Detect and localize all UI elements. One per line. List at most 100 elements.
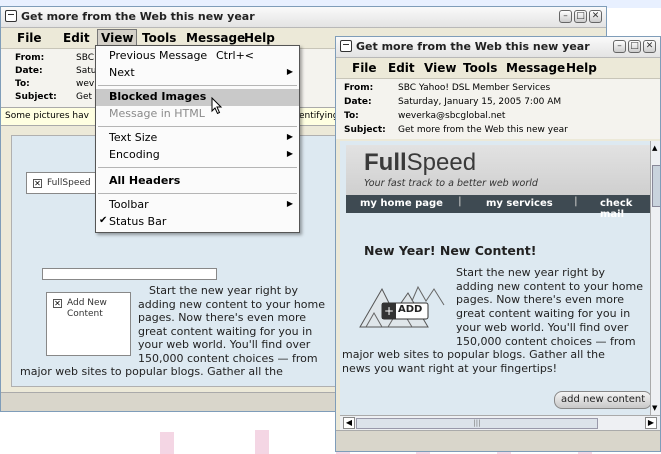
menu-item-text-size[interactable]: Text Size ▶ [96, 130, 299, 147]
menu-item-status-bar[interactable]: ✔ Status Bar [96, 214, 299, 231]
banner-placeholder [42, 268, 217, 280]
submenu-arrow-icon: ▶ [286, 132, 293, 141]
scroll-up-icon[interactable]: ▲ [652, 144, 657, 152]
menu-item-label: Blocked Images [109, 90, 207, 103]
from-label: From: [15, 53, 45, 63]
menu-item-encoding[interactable]: Encoding ▶ [96, 147, 299, 164]
logo-full: Full [364, 149, 407, 176]
body-line: your web world. You'll find over [138, 338, 311, 351]
to-value: weverka@sbcglobal.net [398, 111, 506, 121]
body-line: Start the new year right by [149, 284, 299, 297]
horizontal-scrollbar[interactable]: ◀ ||| ▶ [340, 415, 660, 430]
menu-file[interactable]: File [17, 31, 42, 45]
nav-my-services[interactable]: my services [486, 198, 553, 209]
date-label: Date: [344, 97, 372, 107]
submenu-arrow-icon: ▶ [286, 149, 293, 158]
infobar-text: Some pictures hav [5, 111, 89, 121]
body-line: great content waiting for you in [138, 324, 313, 338]
add-new-content-button[interactable]: add new content [554, 391, 653, 409]
menu-item-toolbar[interactable]: Toolbar ▶ [96, 197, 299, 214]
menu-edit[interactable]: Edit [63, 31, 90, 45]
menu-message[interactable]: Message [506, 61, 565, 75]
fullspeed-image-placeholder: ✕ FullSpeed [26, 172, 96, 194]
subject-label: Subject: [344, 125, 386, 135]
nav-check-mail[interactable]: check mail [600, 198, 656, 220]
body-line: major web sites to popular blogs. Gather… [342, 348, 605, 362]
infobar-text-tail: entifying [299, 111, 339, 121]
menu-view[interactable]: View [424, 61, 456, 75]
close-button[interactable]: ✕ [643, 40, 656, 53]
checkmark-icon: ✔ [99, 215, 108, 226]
menu-separator [98, 126, 297, 127]
menu-separator [98, 85, 297, 86]
menu-item-label: Previous Message [109, 49, 208, 62]
broken-image-icon: ✕ [33, 179, 42, 188]
right-titlebar[interactable]: Get more from the Web this new year – □ … [336, 37, 660, 58]
menu-item-blocked-images[interactable]: Blocked Images [96, 89, 299, 106]
scroll-right-icon[interactable]: ▶ [645, 417, 657, 429]
menu-item-label: Text Size [109, 131, 158, 144]
menu-help[interactable]: Help [566, 61, 597, 75]
menu-tools[interactable]: Tools [463, 61, 497, 75]
left-window-title: Get more from the Web this new year [21, 10, 255, 23]
mouse-cursor-icon [211, 97, 223, 115]
menu-edit[interactable]: Edit [388, 61, 415, 75]
menu-message[interactable]: Message [186, 31, 245, 45]
maximize-button[interactable]: □ [628, 40, 641, 53]
close-button[interactable]: ✕ [589, 10, 602, 23]
vertical-scrollbar[interactable]: ▲ ▼ [650, 141, 660, 415]
date-value: Satu [76, 66, 97, 76]
to-label: To: [344, 111, 359, 121]
fullspeed-banner: FullSpeed Your fast track to a better we… [346, 145, 656, 195]
scroll-down-icon[interactable]: ▼ [652, 404, 657, 412]
logo-speed: Speed [406, 149, 477, 176]
scroll-h-thumb[interactable]: ||| [356, 418, 598, 429]
body-line: your web world. You'll find over [456, 320, 629, 334]
menu-item-label: Status Bar [109, 215, 167, 228]
headline: New Year! New Content! [364, 243, 537, 258]
from-value: SBC Yahoo! DSL Member Services [398, 83, 551, 93]
body-line: major web sites to popular blogs. Gather… [20, 365, 283, 378]
to-label: To: [15, 79, 30, 89]
submenu-arrow-icon: ▶ [286, 67, 293, 76]
body-line: 150,000 content choices — from [138, 351, 318, 365]
menu-item-shortcut: Ctrl+< [216, 49, 255, 62]
scroll-thumb[interactable] [652, 165, 660, 207]
placeholder-alt-text: FullSpeed [47, 178, 91, 188]
window-icon [5, 10, 17, 22]
nav-divider: | [574, 196, 578, 207]
decor-stripe [160, 432, 174, 454]
minimize-button[interactable]: – [559, 10, 572, 23]
from-value: SBC [76, 53, 95, 63]
right-menubar: File Edit View Tools Message Help [336, 58, 660, 79]
nav-divider: | [458, 196, 462, 207]
menu-item-previous-message[interactable]: Previous Message Ctrl+< [96, 48, 299, 65]
subject-value: Get [76, 92, 93, 102]
menu-item-label: Toolbar [109, 198, 149, 211]
to-value: wev [76, 79, 95, 89]
from-label: From: [344, 83, 374, 93]
body-line: 150,000 content choices — from [456, 334, 636, 348]
menu-separator [98, 193, 297, 194]
body-line: great content waiting for you in [456, 307, 631, 321]
scroll-left-icon[interactable]: ◀ [343, 417, 355, 429]
right-message-body: FullSpeed Your fast track to a better we… [340, 141, 656, 415]
right-message-window: Get more from the Web this new year – □ … [335, 36, 661, 452]
right-status-bar [336, 430, 660, 451]
menu-help[interactable]: Help [244, 31, 275, 45]
body-line: Start the new year right by [456, 266, 606, 279]
right-header: From: SBC Yahoo! DSL Member Services Dat… [336, 79, 660, 139]
left-titlebar[interactable]: Get more from the Web this new year – □ … [1, 7, 606, 28]
fullspeed-logo: FullSpeed [364, 149, 476, 177]
menu-item-next[interactable]: Next ▶ [96, 65, 299, 82]
menu-item-all-headers[interactable]: All Headers [96, 173, 299, 190]
view-menu-dropdown: Previous Message Ctrl+< Next ▶ Blocked I… [95, 45, 300, 233]
right-window-title: Get more from the Web this new year [356, 40, 590, 53]
tagline: Your fast track to a better web world [364, 178, 538, 189]
maximize-button[interactable]: □ [574, 10, 587, 23]
menu-file[interactable]: File [352, 61, 377, 75]
menu-tools[interactable]: Tools [142, 31, 176, 45]
body-line: adding new content to your home [138, 297, 326, 311]
minimize-button[interactable]: – [613, 40, 626, 53]
nav-my-home-page[interactable]: my home page [360, 198, 443, 209]
